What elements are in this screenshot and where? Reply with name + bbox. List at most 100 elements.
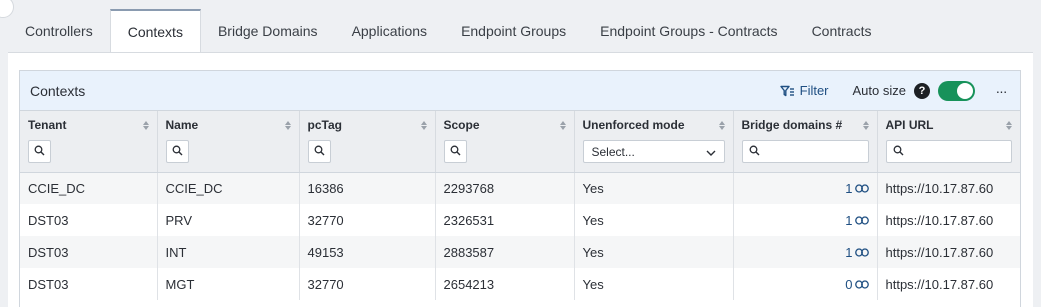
select-value: Select... — [591, 144, 635, 159]
column-header-unenforced-mode: Unenforced mode Select... — [574, 111, 734, 173]
sort-icon[interactable] — [718, 120, 725, 130]
card-header: Contexts Filter Auto size ? ··· — [20, 71, 1020, 111]
bridge-domains-count: 1 — [845, 244, 853, 260]
name-cell: PRV — [157, 204, 300, 236]
bridge-domains-cell: 1 — [733, 236, 878, 268]
filter-label: Filter — [799, 83, 829, 98]
name-cell: CCIE_DC — [157, 172, 300, 204]
api-url-cell: https://10.17.87.60 — [877, 172, 1020, 204]
bridge-domains-link[interactable]: 1 — [845, 180, 869, 196]
tenant-search-button[interactable] — [28, 140, 51, 163]
scope-cell: 2883587 — [435, 236, 575, 268]
link-icon — [854, 245, 869, 260]
link-icon — [854, 181, 869, 196]
column-label: pcTag — [307, 118, 342, 132]
bridge-domains-cell: 1 — [733, 172, 878, 204]
search-icon — [172, 145, 183, 159]
sort-icon[interactable] — [284, 120, 291, 130]
table-row[interactable]: DST03 INT 49153 2883587 Yes 1 https://10… — [20, 236, 1020, 268]
scope-search-button[interactable] — [443, 140, 467, 163]
tab-contracts[interactable]: Contracts — [795, 9, 889, 53]
unenforced-cell: Yes — [574, 268, 734, 300]
more-options-icon[interactable]: ··· — [992, 83, 1010, 99]
bridge-domains-count: 1 — [845, 212, 853, 228]
column-label: Unenforced mode — [582, 118, 685, 132]
api-url-cell: https://10.17.87.60 — [877, 268, 1020, 300]
sort-icon[interactable] — [1006, 120, 1012, 130]
contexts-table: Tenant Name pcTag Scope Unenforced mode … — [20, 111, 1020, 300]
search-icon — [749, 145, 760, 159]
tenant-cell: CCIE_DC — [20, 172, 158, 204]
name-cell: MGT — [157, 268, 300, 300]
card-title: Contexts — [30, 82, 86, 99]
tenant-cell: DST03 — [20, 236, 158, 268]
column-header-tenant: Tenant — [20, 111, 158, 173]
filter-icon — [779, 85, 795, 97]
pctag-cell: 49153 — [299, 236, 436, 268]
column-label: API URL — [885, 118, 934, 132]
search-icon — [314, 145, 325, 159]
sort-icon[interactable] — [862, 120, 869, 130]
link-icon — [854, 277, 869, 292]
pctag-cell: 32770 — [299, 204, 436, 236]
bridge-domains-cell: 0 — [733, 268, 878, 300]
tab-controllers[interactable]: Controllers — [8, 9, 110, 53]
column-label: Bridge domains # — [741, 118, 843, 132]
column-header-name: Name — [157, 111, 300, 173]
filter-button[interactable]: Filter — [779, 83, 829, 98]
name-cell: INT — [157, 236, 300, 268]
column-header-scope: Scope — [435, 111, 575, 173]
unenforced-cell: Yes — [574, 236, 734, 268]
bridge-domains-link[interactable]: 0 — [845, 277, 869, 292]
chevron-down-icon — [706, 145, 716, 159]
column-header-api-url: API URL — [877, 111, 1020, 173]
column-label: Tenant — [28, 118, 67, 132]
tab-bridge-domains[interactable]: Bridge Domains — [201, 9, 335, 53]
sort-icon[interactable] — [142, 120, 149, 130]
api-url-cell: https://10.17.87.60 — [877, 236, 1020, 268]
help-icon[interactable]: ? — [914, 82, 930, 99]
tab-contexts[interactable]: Contexts — [109, 9, 201, 53]
unenforced-cell: Yes — [574, 204, 734, 236]
pctag-cell: 32770 — [299, 268, 436, 300]
bridge-domains-link[interactable]: 1 — [845, 244, 869, 260]
bridge-domains-link[interactable]: 1 — [845, 212, 869, 228]
contexts-card: Contexts Filter Auto size ? ··· Tenant N… — [19, 70, 1021, 307]
search-icon — [450, 145, 461, 159]
tab-endpoint-groups-contracts[interactable]: Endpoint Groups - Contracts — [583, 9, 794, 53]
auto-size-control: Auto size ? — [852, 80, 975, 101]
search-icon — [34, 145, 45, 159]
column-header-bridge-domains: Bridge domains # — [733, 111, 878, 173]
tab-applications[interactable]: Applications — [335, 9, 445, 53]
bridge-domains-count: 1 — [845, 180, 853, 196]
column-label: Scope — [443, 118, 480, 132]
tenant-cell: DST03 — [20, 268, 158, 300]
api-url-cell: https://10.17.87.60 — [877, 204, 1020, 236]
scope-cell: 2293768 — [435, 172, 575, 204]
pctag-search-button[interactable] — [307, 140, 331, 163]
column-label: Name — [165, 118, 199, 132]
auto-size-toggle[interactable] — [938, 80, 975, 101]
column-header-pctag: pcTag — [299, 111, 436, 173]
bridge-domains-search-input[interactable] — [741, 140, 869, 163]
sort-icon[interactable] — [559, 120, 566, 130]
tenant-cell: DST03 — [20, 204, 158, 236]
search-icon — [893, 145, 904, 159]
unenforced-cell: Yes — [574, 172, 734, 204]
table-row[interactable]: DST03 MGT 32770 2654213 Yes 0 https://10… — [20, 268, 1020, 300]
api-url-search-input[interactable] — [885, 140, 1012, 163]
name-search-button[interactable] — [165, 140, 189, 163]
unenforced-mode-select[interactable]: Select... — [582, 140, 725, 163]
link-icon — [854, 213, 869, 228]
auto-size-label: Auto size — [852, 83, 906, 98]
toggle-knob — [957, 82, 973, 99]
table-row[interactable]: CCIE_DC CCIE_DC 16386 2293768 Yes 1 http… — [20, 172, 1020, 204]
table-row[interactable]: DST03 PRV 32770 2326531 Yes 1 https://10… — [20, 204, 1020, 236]
bridge-domains-cell: 1 — [733, 204, 878, 236]
tab-panel: Contexts Filter Auto size ? ··· Tenant N… — [8, 52, 1033, 307]
tab-bar: Controllers Contexts Bridge Domains Appl… — [8, 9, 888, 53]
pctag-cell: 16386 — [299, 172, 436, 204]
scope-cell: 2326531 — [435, 204, 575, 236]
sort-icon[interactable] — [420, 120, 427, 130]
tab-endpoint-groups[interactable]: Endpoint Groups — [444, 9, 583, 53]
